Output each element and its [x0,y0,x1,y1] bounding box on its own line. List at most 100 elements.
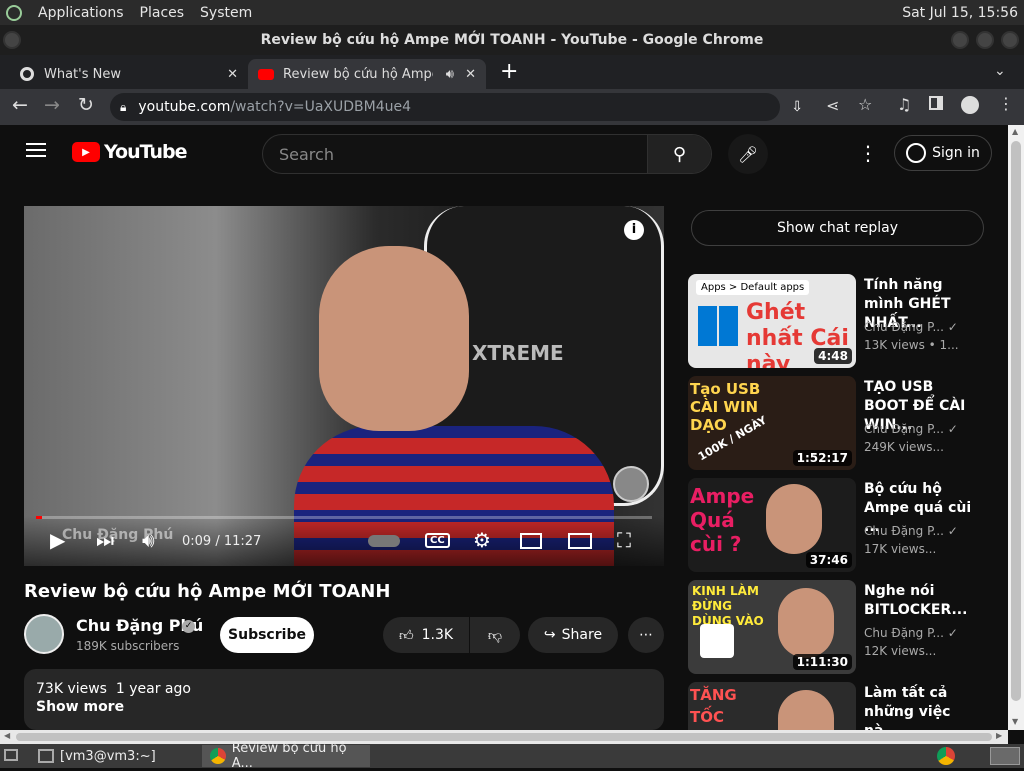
recommended-title[interactable]: Làm tất cả những việc nà... [864,684,972,730]
tab-youtube-video[interactable]: Review bộ cứu hộ Ampe M 🔊︎ ✕ [248,59,486,89]
channel-watermark-avatar[interactable] [613,466,649,502]
menu-applications[interactable]: Applications [38,5,124,21]
chair-text: XTREME [472,341,564,365]
recommended-video[interactable]: KINH LÀM ĐỪNG DÙNG VÀO 1:11:30 Nghe nói … [688,580,988,674]
share-icon[interactable]: ⋖ [826,96,839,115]
forward-arrow-icon[interactable]: → [44,94,60,116]
subscribe-button[interactable]: Subscribe [220,617,314,653]
chrome-menu-icon[interactable]: ⋮ [998,94,1014,113]
taskbar-terminal[interactable]: [vm3@vm3:~] [30,745,200,767]
settings-gear-icon[interactable]: ⚙ [473,528,491,552]
workspace-switcher[interactable] [990,747,1020,765]
settings-kebab-icon[interactable]: ⋮ [858,141,878,165]
play-icon[interactable]: ▶ [50,528,65,552]
scroll-thumb[interactable] [1011,141,1021,701]
clock[interactable]: Sat Jul 15, 15:56 [902,5,1018,21]
thumb-face [778,690,834,730]
show-desktop-icon[interactable] [4,749,18,761]
description-box[interactable]: 73K views 1 year ago Show more [24,669,664,730]
theater-mode-icon[interactable] [568,533,592,549]
menu-places[interactable]: Places [140,5,185,21]
taskbar-chrome[interactable]: Review bộ cứu hộ A... [202,741,370,771]
recommended-stats: 13K views • 1... [864,338,959,352]
scroll-up-arrow-icon[interactable]: ▲ [1012,127,1018,136]
profile-icon[interactable] [961,96,979,114]
show-more-link[interactable]: Show more [36,699,652,715]
recommended-video[interactable]: Tạo USB CÀI WIN DẠO 100K / NGÀY 1:52:17 … [688,376,988,470]
tab-search-chevron-icon[interactable]: ⌄ [994,63,1006,79]
fullscreen-icon[interactable]: ⛶ [617,528,631,552]
tray-chrome-icon[interactable] [937,747,955,765]
volume-icon[interactable]: 🔊︎ [142,528,155,552]
search-box[interactable]: Search ⚲ [262,134,712,174]
cc-button[interactable]: CC [425,533,450,548]
thumb-text: KINH LÀM ĐỪNG DÙNG VÀO [692,584,764,628]
miniplayer-icon[interactable] [520,533,542,549]
duration-badge: 4:48 [814,348,852,364]
scroll-left-arrow-icon[interactable]: ◀ [4,731,10,740]
recommended-channel[interactable]: Chu Đặng P... ✓ [864,422,958,436]
scroll-right-arrow-icon[interactable]: ▶ [996,731,1002,740]
recommended-stats: 17K views... [864,542,937,556]
tab-whats-new[interactable]: What's New ✕ [10,59,246,89]
video-thumbnail[interactable]: KINH LÀM ĐỪNG DÙNG VÀO 1:11:30 [688,580,856,674]
channel-avatar[interactable] [24,614,64,654]
microphone-icon[interactable]: 🎤︎ [728,134,768,174]
close-tab-icon[interactable]: ✕ [465,67,476,82]
minimize-button[interactable] [951,31,969,49]
video-thumbnail[interactable]: Ampe Quá cùi ? 37:46 [688,478,856,572]
video-player[interactable]: XTREME i Chu Đặng Phú ▶ ⏭︎ 🔊︎ 0:09 / 11:… [24,206,664,566]
media-control-icon[interactable]: ♫ [897,95,911,114]
share-button[interactable]: ↪ Share [528,617,618,653]
next-icon[interactable]: ⏭︎ [96,528,114,552]
taskbar-terminal-label: [vm3@vm3:~] [60,748,156,764]
like-button[interactable]: 👍︎ 1.3K [383,617,469,653]
recommended-channel[interactable]: Chu Đặng P... ✓ [864,524,958,538]
back-arrow-icon[interactable]: ← [12,94,28,116]
recommended-channel[interactable]: Chu Đặng P... ✓ [864,320,958,334]
windows-logo-icon [698,306,738,346]
recommended-video[interactable]: Ampe Quá cùi ? 37:46 Bộ cứu hộ Ampe quá … [688,478,988,572]
install-icon[interactable]: ⇩ [791,99,803,115]
recommended-title[interactable]: Nghe nói BITLOCKER... [864,582,972,620]
horizontal-scrollbar[interactable]: ◀ ▶ [0,730,1008,744]
chrome-icon [20,67,34,81]
video-thumbnail[interactable]: Tạo USB CÀI WIN DẠO 100K / NGÀY 1:52:17 [688,376,856,470]
thumbs-up-icon: 👍︎ [398,627,414,644]
show-chat-replay-button[interactable]: Show chat replay [691,210,984,246]
os-logo-icon[interactable] [6,4,22,21]
info-icon[interactable]: i [624,220,644,240]
speaker-icon[interactable]: 🔊︎ [446,67,454,82]
recommended-video[interactable]: Apps > Default apps Ghét nhất Cái này 4:… [688,274,988,368]
bookmark-star-icon[interactable]: ☆ [858,95,872,114]
sign-in-button[interactable]: Sign in [894,135,992,171]
hamburger-menu-icon[interactable] [26,143,46,157]
side-panel-icon[interactable] [929,96,943,110]
progress-bar[interactable] [36,516,652,519]
video-thumbnail[interactable]: Apps > Default apps Ghét nhất Cái này 4:… [688,274,856,368]
maximize-button[interactable] [976,31,994,49]
video-thumbnail[interactable]: TĂNG TỐC WIN 11 [688,682,856,730]
new-tab-button[interactable]: + [500,59,518,84]
reload-icon[interactable]: ↻ [78,94,94,116]
close-tab-icon[interactable]: ✕ [227,67,238,82]
address-bar[interactable]: 🔒︎ youtube.com/watch?v=UaXUDBM4ue4 ⇩ [110,93,803,121]
dislike-button[interactable]: 👎︎ [470,617,520,653]
recommended-video[interactable]: TĂNG TỐC WIN 11 Làm tất cả những việc nà… [688,682,988,730]
search-button[interactable]: ⚲ [647,135,711,173]
recommended-channel[interactable]: Chu Đặng P... ✓ [864,626,958,640]
window-menu-button[interactable] [3,31,21,49]
autoplay-toggle[interactable] [368,535,400,547]
close-window-button[interactable] [1001,31,1019,49]
upload-age: 1 year ago [115,681,191,697]
thumbs-down-icon: 👎︎ [487,627,503,644]
menu-system[interactable]: System [200,5,252,21]
chrome-icon [210,748,226,764]
more-actions-button[interactable]: ⋯ [628,617,664,653]
terminal-icon [38,749,54,763]
vertical-scrollbar[interactable]: ▲ ▼ [1008,125,1024,730]
youtube-logo[interactable]: ▶ YouTube [72,141,187,163]
scroll-down-arrow-icon[interactable]: ▼ [1012,717,1018,726]
search-input[interactable]: Search [279,145,647,164]
scroll-thumb[interactable] [16,733,992,741]
